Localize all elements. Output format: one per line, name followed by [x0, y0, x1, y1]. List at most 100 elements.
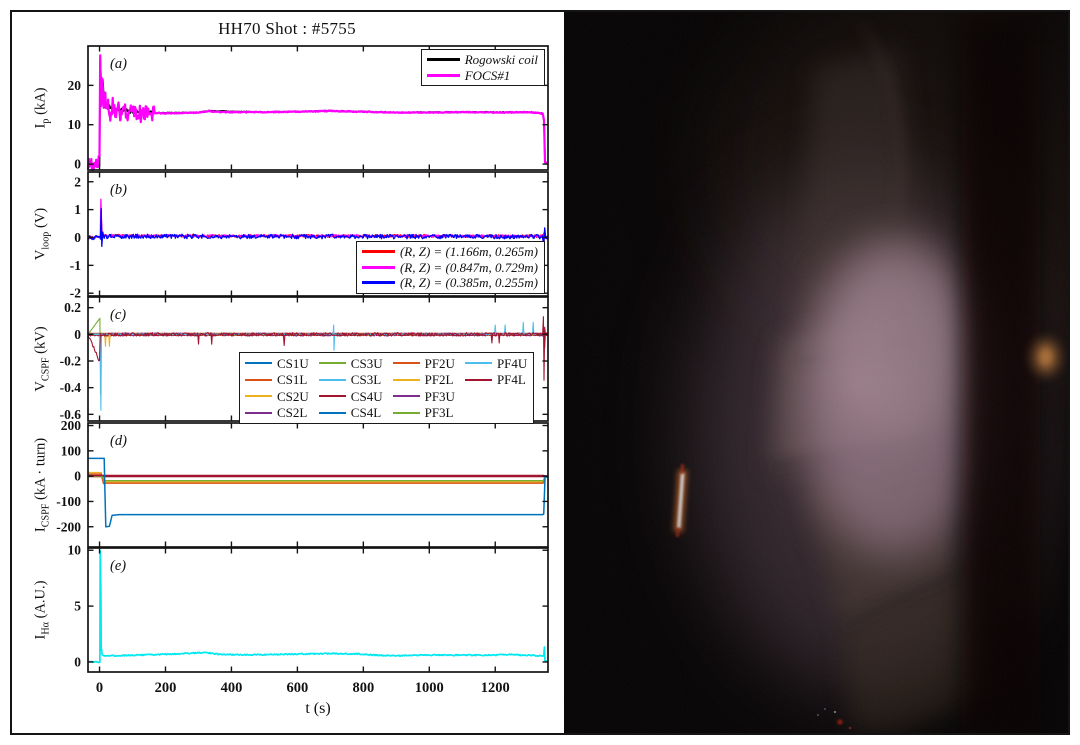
- legend-item: CS4L: [319, 405, 383, 421]
- figure: HH70 Shot : #5755 01020(a)210-1-2(b)0.20…: [0, 0, 1080, 745]
- legend-swatch-line: [427, 58, 460, 61]
- legend-label: PF3U: [425, 389, 455, 405]
- legend-panel-a: Rogowski coilFOCS#1: [421, 49, 545, 86]
- legend-item: (R, Z) = (0.385m, 0.255m): [362, 275, 538, 291]
- legend-label: CS2U: [277, 389, 309, 405]
- y-axis-label: IHα (A.U.): [33, 581, 52, 640]
- y-tick-label: 0: [74, 327, 81, 342]
- legend-item: PF2U: [393, 356, 455, 372]
- legend-swatch-line: [245, 362, 272, 364]
- panel-d: 200 100 0 -100 -200 (d): [56, 418, 548, 547]
- x-axis-label: t (s): [88, 700, 548, 718]
- legend-label: PF3L: [425, 405, 454, 421]
- y-tick-label: 0: [74, 230, 81, 245]
- legend-swatch-line: [245, 412, 272, 414]
- legend-item: CS1L: [245, 372, 309, 388]
- panel-letter: (d): [110, 433, 127, 449]
- y-tick-label: 10: [68, 543, 82, 558]
- legend-item: Rogowski coil: [427, 52, 538, 68]
- legend-item: PF3L: [393, 405, 455, 421]
- series--r-z-1-166m-0-265m-: [88, 218, 548, 243]
- panel-letter: (e): [110, 558, 126, 574]
- legend-label: (R, Z) = (0.847m, 0.729m): [400, 260, 538, 276]
- y-tick-label: 100: [61, 443, 82, 458]
- legend-item: FOCS#1: [427, 68, 538, 84]
- series-h-alpha: [88, 551, 548, 663]
- legend-swatch-line: [319, 379, 346, 381]
- x-tick-label: 200: [155, 680, 177, 696]
- legend-swatch-line: [362, 266, 395, 269]
- y-tick-label: -100: [56, 494, 81, 509]
- y-tick-label: -200: [56, 519, 81, 534]
- legend-swatch-line: [362, 281, 395, 284]
- panel-e: 0200400600800100012001050(e): [68, 543, 549, 696]
- legend-swatch-line: [245, 395, 272, 397]
- y-axis-label: Ip (kA): [33, 88, 52, 129]
- camera-image: [564, 12, 1068, 733]
- y-tick-label: 5: [74, 599, 81, 614]
- legend-label: CS1U: [277, 356, 309, 372]
- legend-item: CS2U: [245, 389, 309, 405]
- legend-swatch-line: [319, 362, 346, 364]
- series--r-z-0-847m-0-729m-: [88, 199, 548, 238]
- y-tick-label: 10: [68, 117, 82, 132]
- legend-item: PF2L: [393, 372, 455, 388]
- film-grain: [564, 12, 1068, 733]
- y-tick-label: -0.4: [60, 380, 82, 395]
- legend-label: CS3U: [351, 356, 383, 372]
- legend-item: PF3U: [393, 389, 455, 405]
- legend-label: FOCS#1: [465, 68, 511, 84]
- legend-panel-c: CS1UCS1LCS2UCS2L CS3UCS3LCS4UCS4L PF2UPF2L…: [239, 352, 534, 424]
- panel-letter: (c): [110, 307, 126, 323]
- legend-label: PF2U: [425, 356, 455, 372]
- series-cs1u: [88, 458, 548, 526]
- legend-label: CS4L: [351, 405, 381, 421]
- x-tick-label: 0: [96, 680, 103, 696]
- y-tick-label: 1: [74, 202, 81, 217]
- y-axis-label: Vloop (V): [33, 208, 52, 260]
- legend-item: (R, Z) = (1.166m, 0.265m): [362, 244, 538, 260]
- panel-letter: (b): [110, 182, 127, 198]
- axes-box: [88, 423, 548, 547]
- y-axis-label: ICSPF (kA · turn): [33, 438, 52, 532]
- legend-item: CS1U: [245, 356, 309, 372]
- legend-label: CS2L: [277, 405, 307, 421]
- legend-item: CS3U: [319, 356, 383, 372]
- legend-item: CS4U: [319, 389, 383, 405]
- y-tick-label: 2: [74, 174, 81, 189]
- y-tick-label: 0: [74, 469, 81, 484]
- legend-panel-b: (R, Z) = (1.166m, 0.265m)(R, Z) = (0.847…: [356, 241, 545, 294]
- legend-label: PF4U: [497, 356, 527, 372]
- legend-swatch-line: [393, 412, 420, 414]
- legend-label: PF2L: [425, 372, 454, 388]
- legend-item: CS2L: [245, 405, 309, 421]
- x-tick-label: 1000: [415, 680, 444, 696]
- y-tick-label: -0.2: [60, 354, 82, 369]
- legend-swatch-line: [319, 395, 346, 397]
- series-cs4u: [88, 475, 548, 476]
- legend-item: CS3L: [319, 372, 383, 388]
- legend-label: CS1L: [277, 372, 307, 388]
- plots-panel: HH70 Shot : #5755 01020(a)210-1-2(b)0.20…: [12, 12, 562, 731]
- legend-swatch-line: [362, 250, 395, 253]
- legend-label: (R, Z) = (1.166m, 0.265m): [400, 244, 538, 260]
- x-tick-label: 800: [352, 680, 374, 696]
- y-tick-label: 0: [74, 157, 81, 172]
- legend-label: CS4U: [351, 389, 383, 405]
- legend-item: PF4U: [465, 356, 527, 372]
- legend-swatch-line: [319, 412, 346, 414]
- legend-swatch-line: [393, 362, 420, 364]
- legend-item: (R, Z) = (0.847m, 0.729m): [362, 260, 538, 276]
- legend-swatch-line: [427, 74, 460, 77]
- x-tick-label: 600: [287, 680, 309, 696]
- legend-swatch-line: [465, 362, 492, 364]
- legend-label: (R, Z) = (0.385m, 0.255m): [400, 275, 538, 291]
- y-tick-label: -2: [70, 286, 81, 301]
- legend-label: PF4L: [497, 372, 526, 388]
- legend-swatch-line: [393, 379, 420, 381]
- y-tick-label: -1: [70, 258, 81, 273]
- y-tick-label: 200: [61, 418, 82, 433]
- legend-item: PF4L: [465, 372, 527, 388]
- legend-swatch-line: [393, 395, 420, 397]
- x-tick-label: 1200: [481, 680, 510, 696]
